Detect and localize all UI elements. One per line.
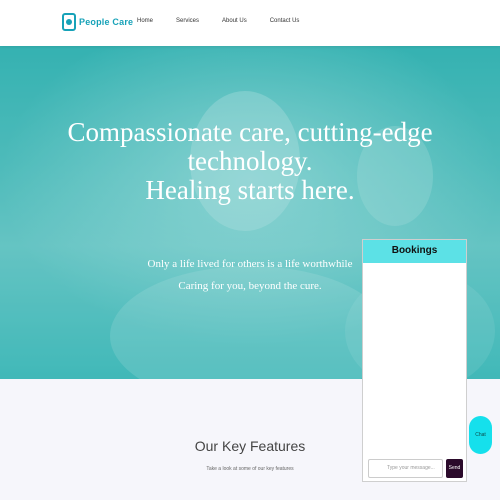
chat-toggle-button[interactable]: Chat: [469, 416, 492, 454]
bookings-header: Bookings: [363, 240, 466, 263]
brand-name: People Care: [79, 17, 134, 27]
nav-link-contact[interactable]: Contact Us: [270, 18, 300, 24]
hero-title: Compassionate care, cutting-edge technol…: [67, 117, 433, 205]
nav-link-home[interactable]: Home: [137, 18, 153, 24]
navbar: People Care Home Services About Us Conta…: [0, 0, 500, 46]
nav-link-about[interactable]: About Us: [222, 18, 247, 24]
bookings-chat-panel: Bookings Type your message... Send: [362, 239, 467, 482]
brand-logo[interactable]: People Care: [62, 13, 133, 31]
person-care-icon: [62, 13, 76, 31]
nav-links: Home Services About Us Contact Us: [137, 18, 322, 24]
nav-link-services[interactable]: Services: [176, 18, 199, 24]
message-input[interactable]: Type your message...: [368, 459, 443, 478]
send-button[interactable]: Send: [446, 459, 463, 478]
